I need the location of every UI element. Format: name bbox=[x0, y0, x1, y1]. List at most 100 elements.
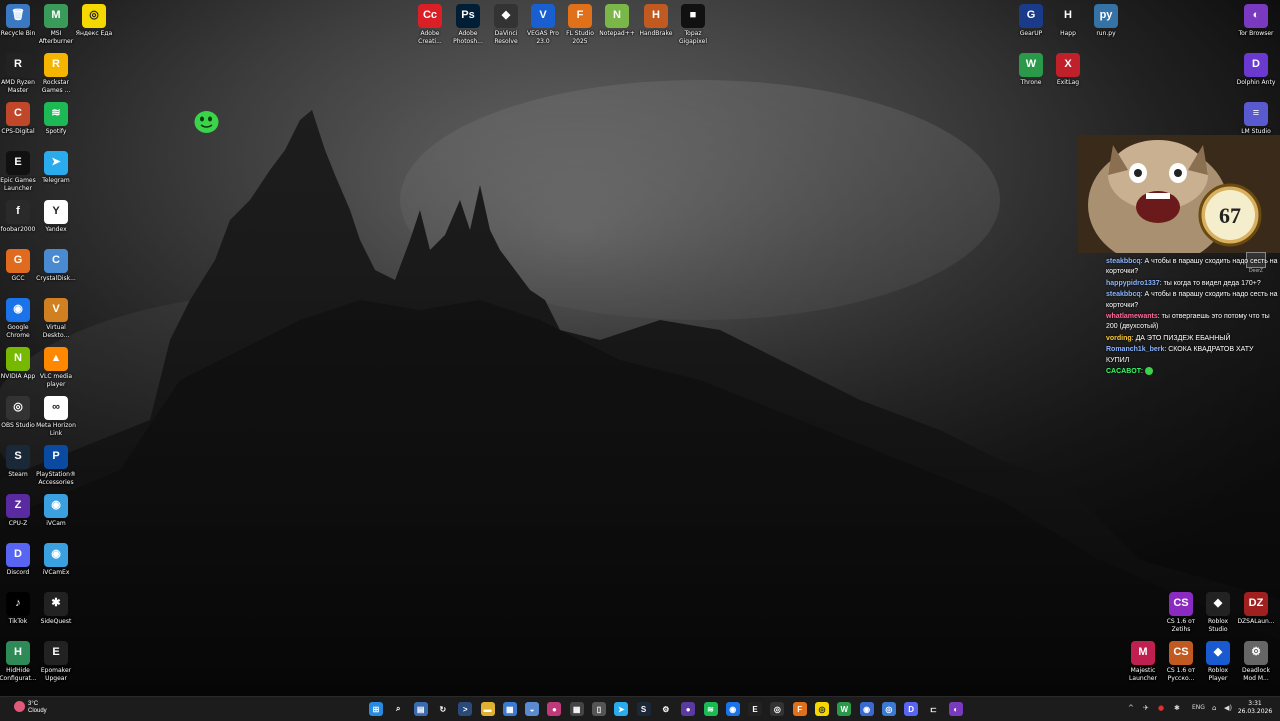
settings-icon[interactable]: ⚙ bbox=[659, 702, 673, 716]
ivcamex-shortcut[interactable]: ◉ iVCamEx bbox=[36, 543, 76, 577]
app-icon[interactable]: ● bbox=[547, 702, 562, 716]
fl-studio-icon[interactable]: F bbox=[792, 702, 807, 716]
steam-shortcut[interactable]: S Steam bbox=[0, 445, 38, 479]
shortcut-label: Яндекс Еда bbox=[75, 30, 113, 37]
spotify-icon[interactable]: ≋ bbox=[703, 702, 718, 716]
happ-shortcut[interactable]: H Happ bbox=[1048, 4, 1088, 38]
topaz-shortcut[interactable]: ■ Topaz Gigapixel bbox=[673, 4, 713, 45]
chrome-icon[interactable]: ◉ bbox=[725, 702, 740, 716]
start-icon[interactable]: ⊞ bbox=[369, 702, 383, 716]
bracket-icon[interactable]: ⊏ bbox=[927, 702, 941, 716]
playstation-shortcut[interactable]: P PlayStation® Accessories bbox=[36, 445, 76, 486]
fl-studio-shortcut[interactable]: F FL Studio 2025 bbox=[560, 4, 600, 45]
app2-icon[interactable]: ● bbox=[681, 702, 696, 716]
deadlock-icon: ⚙ bbox=[1244, 641, 1268, 665]
throne-icon[interactable]: W bbox=[837, 702, 852, 716]
gearup-shortcut[interactable]: G GearUP bbox=[1011, 4, 1051, 38]
vegas-shortcut[interactable]: V VEGAS Pro 23.0 bbox=[523, 4, 563, 45]
tray-app-icon[interactable]: ✈ bbox=[1143, 704, 1149, 712]
task-view-icon[interactable]: ▤ bbox=[413, 702, 428, 716]
discord-icon[interactable]: D bbox=[904, 702, 919, 716]
chat-nick[interactable]: whatlamewants bbox=[1106, 313, 1158, 320]
chat-nick[interactable]: steakbbcq bbox=[1106, 291, 1141, 298]
tray-app2-icon[interactable]: ✱ bbox=[1174, 704, 1180, 712]
telegram-icon[interactable]: ➤ bbox=[614, 702, 629, 716]
roblox-player-shortcut[interactable]: ◆ Roblox Player bbox=[1198, 641, 1238, 682]
sidequest-shortcut[interactable]: ✱ SideQuest bbox=[36, 592, 76, 626]
obs-icon[interactable]: ◎ bbox=[770, 702, 785, 716]
epic-games-shortcut[interactable]: E Epic Games Launcher bbox=[0, 151, 38, 192]
store-icon[interactable]: ▦ bbox=[502, 702, 517, 716]
rockstar-icon: R bbox=[44, 53, 68, 77]
tiktok-shortcut[interactable]: ♪ TikTok bbox=[0, 592, 38, 626]
chat-nick[interactable]: Romanch1k_berk bbox=[1106, 346, 1164, 353]
obs-shortcut[interactable]: ◎ OBS Studio bbox=[0, 396, 38, 430]
telegram-shortcut[interactable]: ➤ Telegram bbox=[36, 151, 76, 185]
notepadpp-shortcut[interactable]: N Notepad++ bbox=[597, 4, 637, 38]
chat-nick[interactable]: steakbbcq bbox=[1106, 258, 1141, 265]
explorer-icon[interactable]: ▬ bbox=[480, 702, 495, 716]
photos-icon[interactable]: ◒ bbox=[525, 702, 540, 716]
nvidia-shortcut[interactable]: N NVIDIA App bbox=[0, 347, 38, 381]
search-icon[interactable]: ⌕ bbox=[391, 702, 405, 716]
roblox-studio-shortcut[interactable]: ◆ Roblox Studio bbox=[1198, 592, 1238, 633]
globe-icon[interactable]: ◎ bbox=[881, 702, 896, 716]
ivcam-shortcut[interactable]: ◉ iVCam bbox=[36, 494, 76, 528]
epic-games-icon[interactable]: E bbox=[748, 702, 763, 716]
majestic-shortcut[interactable]: M Majestic Launcher bbox=[1123, 641, 1163, 682]
dolphin-anty-shortcut[interactable]: D Dolphin Anty bbox=[1236, 53, 1276, 87]
chat-message: steakbbcq: А чтобы в парашу сходить надо… bbox=[1106, 257, 1278, 278]
hidhide-shortcut[interactable]: H HidHide Configurat... bbox=[0, 641, 38, 682]
volume-icon[interactable]: ◀) bbox=[1224, 704, 1232, 712]
gcc-shortcut[interactable]: G GCC bbox=[0, 249, 38, 283]
virtual-desktop-shortcut[interactable]: V Virtual Deskto... bbox=[36, 298, 76, 339]
cps-digital-shortcut[interactable]: C CPS-Digital bbox=[0, 102, 38, 136]
calculator-icon[interactable]: ▦ bbox=[569, 702, 584, 716]
terminal-icon[interactable]: > bbox=[458, 702, 473, 716]
files-icon[interactable]: ▯ bbox=[592, 702, 606, 716]
amd-ryzen-shortcut[interactable]: R AMD Ryzen Master bbox=[0, 53, 38, 94]
foobar-shortcut[interactable]: f foobar2000 bbox=[0, 200, 38, 234]
handbrake-shortcut[interactable]: H HandBrake bbox=[636, 4, 676, 38]
epomaker-shortcut[interactable]: E Epomaker Upgear bbox=[36, 641, 76, 682]
network-icon[interactable]: ⌂ bbox=[1212, 704, 1216, 712]
lm-studio-shortcut[interactable]: ≡ LM Studio bbox=[1236, 102, 1276, 136]
chat-nick[interactable]: happypidro1337 bbox=[1106, 280, 1160, 287]
green-blob-sticker[interactable] bbox=[193, 109, 220, 134]
chat-nick[interactable]: vording bbox=[1106, 335, 1132, 342]
language-indicator[interactable]: ENG bbox=[1192, 704, 1205, 711]
tor-shortcut[interactable]: ◐ Tor Browser bbox=[1236, 4, 1276, 38]
python-file-shortcut[interactable]: py run.py bbox=[1086, 4, 1126, 38]
clock[interactable]: 3:31 26.03.2026 bbox=[1235, 700, 1275, 716]
dzsa-shortcut[interactable]: DZ DZSALaun... bbox=[1236, 592, 1276, 626]
discord-shortcut[interactable]: D Discord bbox=[0, 543, 38, 577]
browser-icon[interactable]: ◉ bbox=[859, 702, 874, 716]
yandex-eda-shortcut[interactable]: ◎ Яндекс Еда bbox=[74, 4, 114, 38]
copilot-icon[interactable]: ↻ bbox=[436, 702, 450, 716]
cs16-zetihs-shortcut[interactable]: CS CS 1.6 от Zetihs bbox=[1161, 592, 1201, 633]
tray-record-icon[interactable]: ● bbox=[1158, 704, 1164, 712]
cs16-ru-shortcut[interactable]: CS CS 1.6 от Русско... bbox=[1161, 641, 1201, 682]
rockstar-shortcut[interactable]: R Rockstar Games ... bbox=[36, 53, 76, 94]
photoshop-shortcut[interactable]: Ps Adobe Photosh... bbox=[448, 4, 488, 45]
yandex-eda-icon[interactable]: ◎ bbox=[815, 702, 829, 716]
steam-icon[interactable]: S bbox=[636, 702, 651, 716]
crystaldisk-shortcut[interactable]: C CrystalDisk... bbox=[36, 249, 76, 283]
meta-shortcut[interactable]: ∞ Meta Horizon Link bbox=[36, 396, 76, 437]
chevron-up-icon[interactable]: ^ bbox=[1128, 704, 1134, 712]
discord-icon: D bbox=[6, 543, 30, 567]
tor-icon[interactable]: ◐ bbox=[948, 702, 963, 716]
deadlock-shortcut[interactable]: ⚙ Deadlock Mod M... bbox=[1236, 641, 1276, 682]
davinci-shortcut[interactable]: ◆ DaVinci Resolve bbox=[486, 4, 526, 45]
chrome-shortcut[interactable]: ◉ Google Chrome bbox=[0, 298, 38, 339]
chat-nick[interactable]: CACABOT bbox=[1106, 368, 1141, 375]
throne-shortcut[interactable]: W Throne bbox=[1011, 53, 1051, 87]
cpuz-shortcut[interactable]: Z CPU-Z bbox=[0, 494, 38, 528]
vlc-shortcut[interactable]: ▲ VLC media player bbox=[36, 347, 76, 388]
spotify-shortcut[interactable]: ≋ Spotify bbox=[36, 102, 76, 136]
adobe-cc-shortcut[interactable]: Cc Adobe Creati... bbox=[410, 4, 450, 45]
msi-afterburner-shortcut[interactable]: M MSI Afterburner bbox=[36, 4, 76, 45]
recycle-bin-shortcut[interactable]: 🗑 Recycle Bin bbox=[0, 4, 38, 38]
exitlag-shortcut[interactable]: X ExitLag bbox=[1048, 53, 1088, 87]
yandex-shortcut[interactable]: Y Yandex bbox=[36, 200, 76, 234]
